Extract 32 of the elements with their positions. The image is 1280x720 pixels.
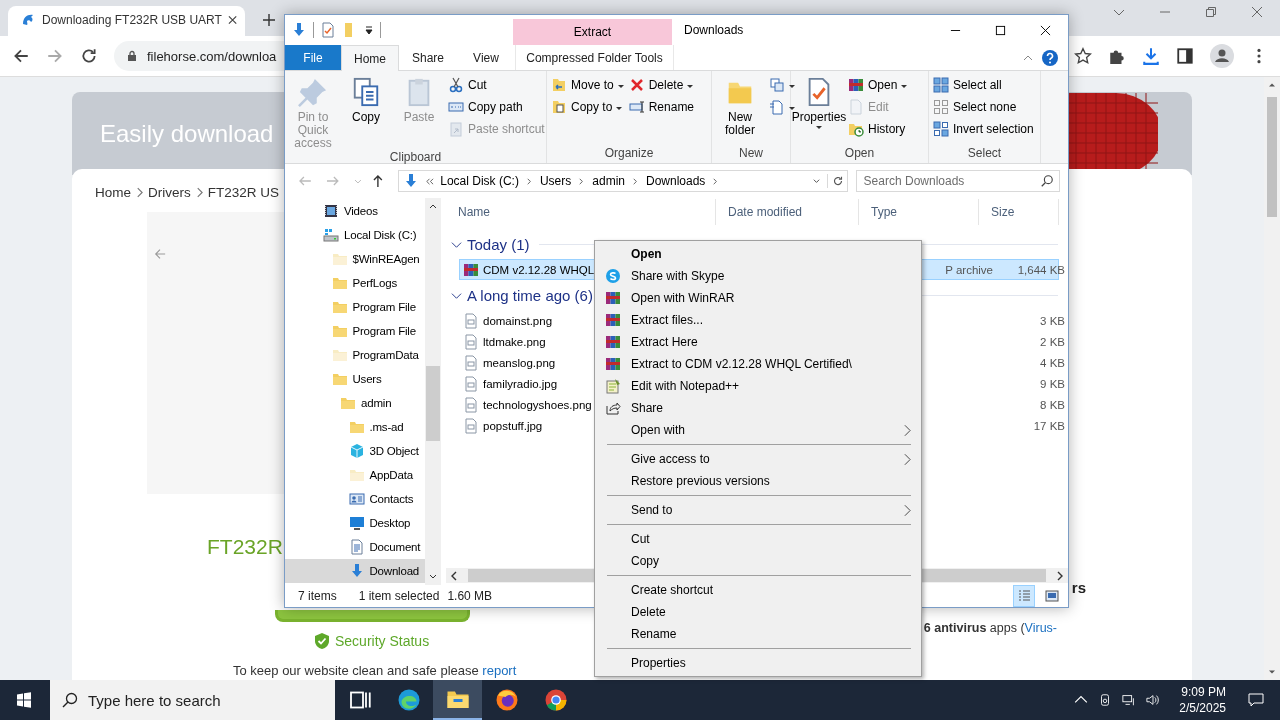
footer-text: To keep our website clean and safe please [233, 663, 479, 678]
file-size: 4 KB [1040, 356, 1065, 369]
file-size: 17 KB [1033, 419, 1065, 432]
file-size: 1,644 KB [1017, 263, 1065, 276]
selection-size: 1.60 MB [447, 589, 493, 603]
file-name: popstuff.jpg [483, 419, 543, 432]
window-title: Downloads [684, 23, 744, 37]
banner-title: Easily download [100, 119, 274, 148]
group-label: New [738, 146, 764, 162]
file-size: 3 KB [1040, 314, 1065, 327]
tab-title: Downloading FT232R USB UART [42, 13, 222, 27]
section-heading: rs [1071, 579, 1086, 596]
file-size: 2 KB [1040, 335, 1065, 348]
antivirus-text: 6 antivirus apps ( [923, 621, 1025, 635]
group-label: Open [843, 146, 876, 162]
file-name: domainst.png [483, 314, 553, 327]
file-size: 8 KB [1040, 398, 1065, 411]
group-label: Select [966, 146, 1003, 162]
item-count: 7 items [298, 589, 337, 603]
group-label: Clipboard [388, 150, 443, 164]
file-name: CDM v2.12.28 WHQL [483, 263, 595, 276]
file-name: ltdmake.png [483, 335, 546, 348]
page-heading: FT232R [207, 535, 283, 559]
file-type: P archive [945, 263, 993, 276]
file-name: meanslog.png [483, 356, 556, 369]
contextual-tab-header: Extract [513, 19, 672, 45]
file-name: familyradio.jpg [483, 377, 558, 390]
selection-count: 1 item selected [358, 589, 440, 603]
file-size: 9 KB [1040, 377, 1065, 390]
group-label: Organize [603, 146, 655, 162]
file-name: technologyshoes.png [483, 398, 592, 411]
url-text: filehorse.com/downloa [147, 48, 277, 64]
